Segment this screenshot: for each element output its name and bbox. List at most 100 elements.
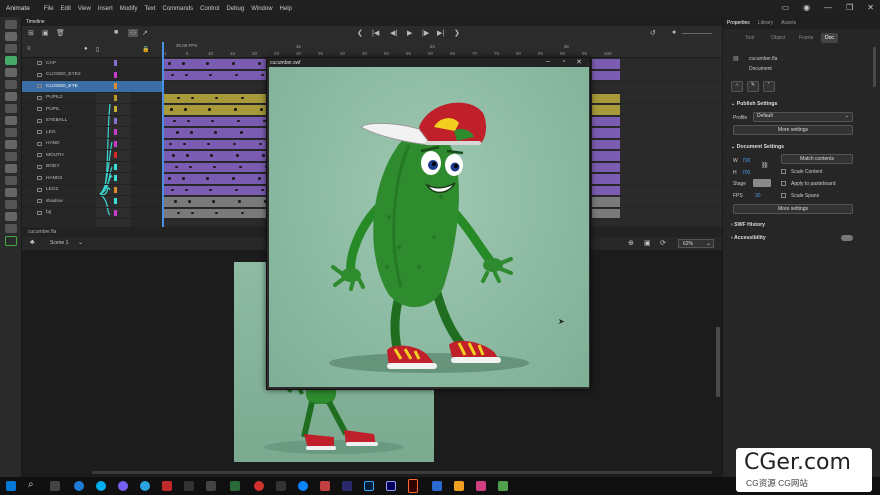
keyframe[interactable] — [235, 73, 238, 76]
layer-row[interactable]: LEG — [22, 127, 162, 139]
keyframe[interactable] — [206, 62, 209, 65]
swf-maximize-icon[interactable]: ▫ — [563, 58, 565, 65]
frame-span[interactable] — [592, 116, 620, 126]
onion-skin-icon[interactable]: ● — [672, 29, 676, 36]
publish-settings-header[interactable]: ⌄ Publish Settings — [731, 101, 777, 107]
keyframe[interactable] — [209, 73, 212, 76]
layer-row[interactable]: HAND2 — [22, 173, 162, 185]
app-red-icon[interactable] — [162, 481, 172, 491]
task-view-icon[interactable] — [50, 481, 60, 491]
layer-row[interactable]: PUPIL2 — [22, 93, 162, 104]
keyframe[interactable] — [261, 73, 264, 76]
play-icon[interactable]: ▶ — [407, 29, 412, 37]
layer-name[interactable]: LEG2 — [46, 187, 58, 192]
center-stage-icon[interactable]: ⊕ — [628, 239, 634, 247]
text-tool-icon[interactable] — [5, 152, 17, 161]
app-grey-icon[interactable] — [276, 481, 286, 491]
zoom-icon[interactable] — [5, 212, 17, 221]
media-encoder-icon[interactable] — [386, 481, 396, 491]
layer-color-swatch[interactable] — [114, 106, 117, 113]
telegram-icon[interactable] — [140, 481, 150, 491]
layer-name[interactable]: LEG — [46, 130, 56, 135]
tab-library[interactable]: Library — [758, 20, 773, 26]
frame-span[interactable] — [162, 59, 267, 69]
windows-start-icon[interactable] — [6, 481, 16, 491]
keyframe[interactable] — [171, 73, 174, 76]
frame-span[interactable] — [592, 208, 620, 218]
menu-window[interactable]: Window — [251, 6, 272, 12]
keyframe[interactable] — [174, 200, 177, 203]
layer-name[interactable]: PUPIL — [46, 107, 60, 112]
keyframe[interactable] — [260, 108, 263, 111]
next-keyframe-icon[interactable]: ❯ — [454, 29, 460, 37]
frame-span[interactable] — [592, 105, 620, 115]
frame-span[interactable] — [592, 70, 620, 80]
keyframe[interactable] — [206, 177, 209, 180]
app-pink-icon[interactable] — [476, 481, 486, 491]
layer-name[interactable]: BODY — [46, 164, 60, 169]
keyframe[interactable] — [171, 188, 174, 191]
layer-name[interactable]: MOUTH — [46, 153, 64, 158]
keyframe[interactable] — [211, 119, 214, 122]
menu-insert[interactable]: Insert — [98, 6, 113, 12]
layer-name[interactable]: EYEBALL — [46, 118, 67, 123]
keyframe[interactable] — [173, 119, 176, 122]
oval-icon[interactable] — [5, 116, 17, 125]
layer-row[interactable]: CLOSED_EYE — [22, 81, 162, 93]
rotate-icon[interactable]: ⟳ — [660, 239, 666, 247]
menu-edit[interactable]: Edit — [61, 6, 71, 12]
clip-icon[interactable]: ▣ — [644, 239, 651, 247]
frame-span[interactable] — [592, 151, 620, 161]
keyframe[interactable] — [169, 142, 172, 145]
magnet-icon[interactable]: ∩ — [731, 81, 743, 92]
menu-help[interactable]: Help — [280, 6, 292, 12]
keyframe[interactable] — [239, 165, 242, 168]
selection-tool-icon[interactable] — [5, 20, 17, 29]
keyframe[interactable] — [241, 96, 244, 99]
stage-color-swatch[interactable] — [753, 179, 771, 187]
stage-horizontal-scrollbar[interactable] — [92, 471, 712, 474]
menu-text[interactable]: Text — [144, 6, 155, 12]
hand-icon[interactable] — [5, 200, 17, 209]
keyframe[interactable] — [184, 108, 187, 111]
frame-span[interactable] — [592, 174, 620, 184]
layer-color-swatch[interactable] — [114, 117, 117, 124]
playhead[interactable] — [162, 42, 164, 227]
keyframe[interactable] — [209, 188, 212, 191]
chevron-down-icon[interactable]: ⌄ — [78, 239, 83, 246]
layer-row[interactable]: PUPIL — [22, 104, 162, 116]
subselection-tool-icon[interactable] — [5, 32, 17, 41]
layer-row[interactable]: CAP — [22, 58, 162, 70]
layer-color-swatch[interactable] — [114, 94, 117, 101]
frame-span[interactable] — [592, 185, 620, 195]
menu-control[interactable]: Control — [200, 6, 219, 12]
step-back-icon[interactable]: ◀| — [390, 29, 397, 37]
brush-icon[interactable] — [5, 80, 17, 89]
keyframe[interactable] — [168, 177, 171, 180]
frame-span[interactable] — [592, 139, 620, 149]
premiere-rush-icon[interactable] — [342, 481, 352, 491]
apply-pasteboard-checkbox[interactable] — [781, 181, 786, 186]
doc-more-settings-button[interactable]: More settings — [733, 204, 853, 214]
frame-span[interactable] — [162, 139, 267, 149]
swf-history-header[interactable]: › SWF History — [731, 222, 765, 228]
layer-color-swatch[interactable] — [114, 152, 117, 159]
eraser-icon[interactable] — [5, 92, 17, 101]
layer-row[interactable]: bg — [22, 208, 162, 219]
keyframe[interactable] — [215, 96, 218, 99]
keyframe[interactable] — [185, 188, 188, 191]
keyframe[interactable] — [235, 188, 238, 191]
keyframe[interactable] — [172, 154, 175, 157]
keyframe[interactable] — [175, 165, 178, 168]
keyframe[interactable] — [214, 131, 217, 134]
keyframe[interactable] — [168, 62, 171, 65]
keyframe[interactable] — [207, 142, 210, 145]
height-value[interactable]: 700 — [742, 170, 750, 176]
layer-row[interactable]: CLOSED_EYE2 — [22, 70, 162, 81]
keyframe[interactable] — [191, 211, 194, 214]
sync-icon[interactable]: ◉ — [803, 3, 810, 12]
new-folder-icon[interactable]: ▣ — [42, 29, 49, 37]
layer-name[interactable]: PUPIL2 — [46, 95, 63, 100]
keyframe[interactable] — [183, 142, 186, 145]
properties-scrollbar[interactable] — [873, 47, 876, 87]
